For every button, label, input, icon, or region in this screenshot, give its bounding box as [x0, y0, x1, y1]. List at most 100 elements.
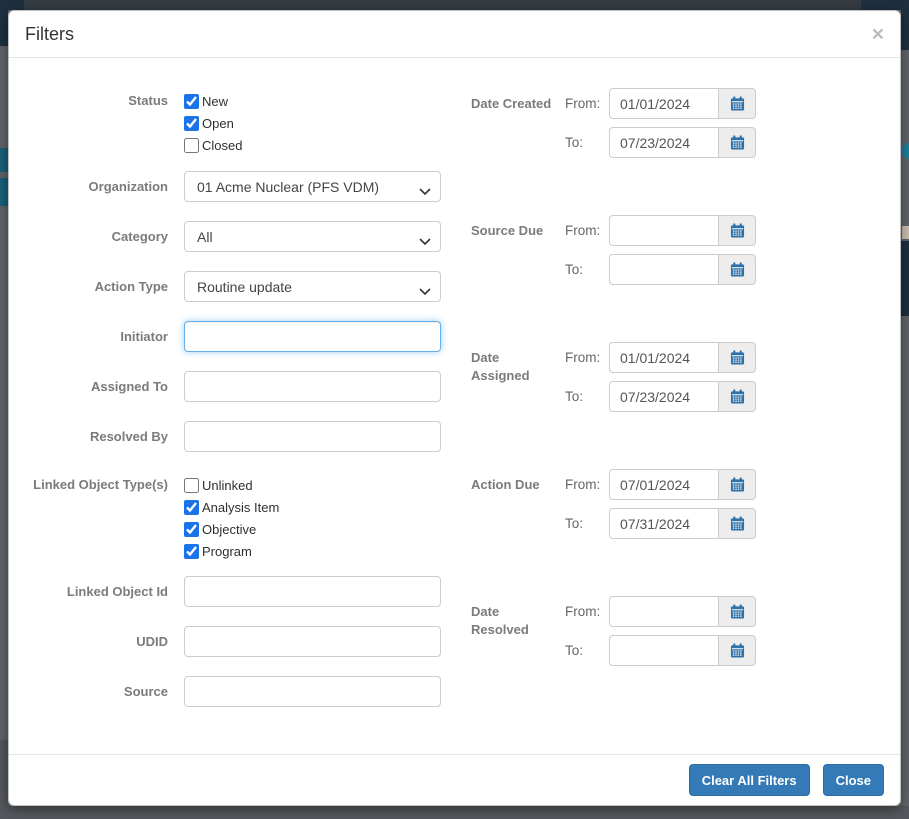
action-type-select-wrap: Routine update: [184, 271, 441, 302]
action-due-to-calendar-button[interactable]: [719, 508, 756, 539]
clear-all-filters-button[interactable]: Clear All Filters: [688, 764, 810, 796]
action-due-from-calendar-button[interactable]: [719, 469, 756, 500]
date-resolved-from-calendar-button[interactable]: [719, 596, 756, 627]
action-type-label: Action Type: [94, 279, 168, 294]
date-assigned-to-row: To:: [565, 381, 756, 412]
resolved-by-field-row: Resolved By: [9, 421, 463, 452]
udid-label: UDID: [136, 634, 168, 649]
date-resolved-to-calendar-button[interactable]: [719, 635, 756, 666]
linked-checkbox-unlinked-input[interactable]: [184, 477, 199, 493]
date-created-to-calendar-button[interactable]: [719, 127, 756, 158]
date-assigned-from-input[interactable]: [609, 342, 719, 373]
calendar-icon: [730, 477, 744, 492]
calendar-icon: [730, 516, 744, 531]
assigned-to-input[interactable]: [184, 371, 441, 402]
calendar-icon: [730, 262, 744, 277]
date-created-label: Date Created: [471, 96, 552, 111]
from-label: From:: [565, 96, 601, 111]
to-label: To:: [565, 262, 584, 277]
source-due-to-input[interactable]: [609, 254, 719, 285]
organization-select[interactable]: 01 Acme Nuclear (PFS VDM): [184, 171, 441, 202]
linked-checkbox-program-input[interactable]: [184, 543, 199, 559]
linked-checkbox-analysis-item-input[interactable]: [184, 499, 199, 515]
linked-object-id-field-row: Linked Object Id: [9, 576, 463, 607]
from-label: From:: [565, 477, 601, 492]
linked-object-id-label: Linked Object Id: [66, 584, 168, 599]
status-checkbox-new[interactable]: New: [184, 90, 242, 112]
date-resolved-label: Date Resolved: [471, 604, 529, 637]
status-checkbox-closed-input[interactable]: [184, 137, 199, 153]
date-created-section: Date Created From: To:: [463, 88, 900, 158]
status-checkbox-open-input[interactable]: [184, 115, 199, 131]
to-label: To:: [565, 389, 584, 404]
status-checkbox-open[interactable]: Open: [184, 112, 242, 134]
action-due-section: Action Due From: To:: [463, 469, 900, 539]
linked-checkbox-unlinked[interactable]: Unlinked: [184, 474, 279, 496]
status-checkbox-open-label: Open: [202, 115, 234, 131]
linked-checkbox-analysis-item[interactable]: Analysis Item: [184, 496, 279, 518]
date-resolved-to-input[interactable]: [609, 635, 719, 666]
backdrop-fragment: [861, 0, 909, 10]
source-due-section: Source Due From: To:: [463, 215, 900, 285]
status-field-row: Status New Open Closed: [9, 90, 463, 156]
source-due-to-calendar-button[interactable]: [719, 254, 756, 285]
category-select[interactable]: All: [184, 221, 441, 252]
calendar-icon: [730, 96, 744, 111]
linked-checkbox-objective-input[interactable]: [184, 521, 199, 537]
source-due-from-calendar-button[interactable]: [719, 215, 756, 246]
source-due-from-input[interactable]: [609, 215, 719, 246]
action-type-field-row: Action Type Routine update: [9, 271, 463, 302]
source-field-row: Source: [9, 676, 463, 707]
initiator-input[interactable]: [184, 321, 441, 352]
modal-title: Filters: [25, 23, 74, 44]
date-created-to-input[interactable]: [609, 127, 719, 158]
from-label: From:: [565, 350, 601, 365]
assigned-to-field-row: Assigned To: [9, 371, 463, 402]
organization-field-row: Organization 01 Acme Nuclear (PFS VDM): [9, 171, 463, 202]
backdrop-fragment: [0, 0, 24, 10]
resolved-by-label: Resolved By: [89, 429, 168, 444]
date-assigned-label: Date Assigned: [471, 350, 530, 383]
to-label: To:: [565, 643, 584, 658]
date-created-to-row: To:: [565, 127, 756, 158]
date-assigned-from-calendar-button[interactable]: [719, 342, 756, 373]
action-type-select[interactable]: Routine update: [184, 271, 441, 302]
udid-field-row: UDID: [9, 626, 463, 657]
linked-object-id-input[interactable]: [184, 576, 441, 607]
status-checkbox-closed-label: Closed: [202, 137, 243, 153]
date-assigned-to-input[interactable]: [609, 381, 719, 412]
backdrop-fragment: [0, 10, 8, 46]
close-button[interactable]: Close: [822, 764, 884, 796]
action-due-from-row: From:: [565, 469, 756, 500]
linked-checkbox-objective[interactable]: Objective: [184, 518, 279, 540]
filters-modal: Filters × Status New Open Closed Organiz…: [8, 10, 901, 806]
source-due-label: Source Due: [471, 223, 544, 238]
backdrop-fragment: [0, 178, 8, 206]
category-label: Category: [111, 229, 168, 244]
udid-input[interactable]: [184, 626, 441, 657]
source-input[interactable]: [184, 676, 441, 707]
date-assigned-to-calendar-button[interactable]: [719, 381, 756, 412]
date-resolved-to-row: To:: [565, 635, 756, 666]
linked-object-types-label: Linked Object Type(s): [33, 477, 168, 492]
action-due-to-input[interactable]: [609, 508, 719, 539]
calendar-icon: [730, 223, 744, 238]
action-due-from-input[interactable]: [609, 469, 719, 500]
linked-checkbox-program[interactable]: Program: [184, 540, 279, 562]
date-resolved-from-input[interactable]: [609, 596, 719, 627]
status-checkbox-closed[interactable]: Closed: [184, 134, 242, 156]
date-created-from-input[interactable]: [609, 88, 719, 119]
assigned-to-label: Assigned To: [90, 379, 168, 394]
linked-checkbox-objective-label: Objective: [202, 521, 257, 537]
status-checkbox-new-input[interactable]: [184, 93, 199, 109]
linked-object-types-field-row: Linked Object Type(s) Unlinked Analysis …: [9, 474, 463, 562]
close-icon[interactable]: ×: [872, 24, 884, 45]
resolved-by-input[interactable]: [184, 421, 441, 452]
date-created-from-row: From:: [565, 88, 756, 119]
from-label: From:: [565, 604, 601, 619]
date-created-from-calendar-button[interactable]: [719, 88, 756, 119]
backdrop-fragment: [901, 10, 909, 50]
linked-object-types-checkbox-group: Unlinked Analysis Item Objective Program: [184, 474, 279, 562]
backdrop-fragment: [901, 241, 909, 316]
modal-header: Filters ×: [9, 11, 900, 58]
